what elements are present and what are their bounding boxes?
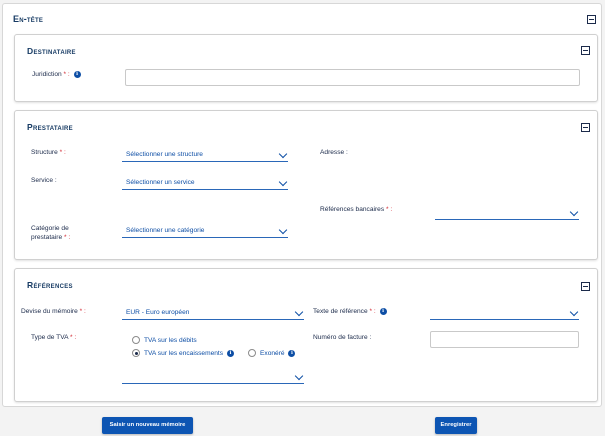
entete-title: En-tête (13, 14, 44, 24)
devise-select[interactable]: EUR - Euro européen (122, 306, 304, 320)
references-bancaires-label-text: Références bancaires (320, 206, 385, 213)
numero-facture-label: Numéro de facture : (313, 334, 372, 341)
texte-ref-label-text: Texte de référence (313, 308, 368, 315)
juridiction-input[interactable] (125, 69, 580, 86)
chevron-down-icon (294, 371, 304, 381)
devise-select-value: EUR - Euro européen (126, 309, 190, 316)
destinataire-panel: Destinataire Juridiction * : i (14, 34, 598, 102)
required-mark: * : (63, 71, 70, 78)
entete-panel: En-tête Destinataire Juridiction * : i P… (2, 3, 602, 407)
info-icon[interactable]: i (379, 307, 387, 315)
categorie-label-line1: Catégorie de (31, 225, 69, 232)
references-bancaires-select[interactable] (435, 206, 579, 220)
info-icon[interactable]: i (288, 349, 296, 357)
service-select[interactable]: Sélectionner un service (122, 176, 288, 190)
radio-icon (132, 336, 140, 345)
adresse-label: Adresse : (320, 149, 348, 156)
texte-ref-select[interactable] (430, 306, 579, 320)
tva-exonere-label: Exonéré (260, 350, 285, 357)
numero-facture-input[interactable] (430, 331, 579, 348)
references-panel: Références Devise du mémoire * : EUR - E… (14, 268, 598, 402)
chevron-down-icon (278, 177, 288, 187)
chevron-down-icon (278, 149, 288, 159)
required-mark: * : (386, 206, 393, 213)
categorie-label-line2: prestataire (31, 234, 63, 241)
save-button[interactable]: Enregistrer (435, 417, 477, 434)
texte-ref-label: Texte de référence * : i (313, 307, 387, 316)
structure-select[interactable]: Sélectionner une structure (122, 148, 288, 162)
info-icon[interactable]: i (73, 70, 81, 78)
radio-icon (132, 349, 140, 358)
destinataire-collapse-icon[interactable] (581, 46, 590, 55)
references-collapse-icon[interactable] (581, 282, 590, 291)
prestataire-panel: Prestataire Structure * : Sélectionner u… (14, 110, 598, 260)
tva-exonere-radio[interactable]: Exonéré i (248, 349, 296, 358)
references-bancaires-label: Références bancaires * : (320, 205, 392, 214)
required-mark: * : (64, 234, 71, 241)
info-icon[interactable]: i (226, 349, 234, 357)
type-tva-label: Type de TVA * : (31, 333, 76, 342)
devise-label-text: Devise du mémoire (21, 308, 78, 315)
service-label: Service : (31, 177, 57, 184)
required-mark: * : (79, 308, 86, 315)
chevron-down-icon (278, 225, 288, 235)
structure-select-value: Sélectionner une structure (126, 151, 203, 158)
tva-debits-radio[interactable]: TVA sur les débits (132, 336, 197, 345)
destinataire-title: Destinataire (27, 46, 76, 56)
prestataire-collapse-icon[interactable] (581, 123, 590, 132)
entete-collapse-icon[interactable] (587, 15, 596, 24)
references-title: Références (27, 280, 73, 290)
required-mark: * : (369, 308, 376, 315)
chevron-down-icon (294, 307, 304, 317)
categorie-select-value: Sélectionner une catégorie (126, 227, 205, 234)
chevron-down-icon (569, 207, 579, 217)
required-mark: * : (59, 149, 66, 156)
radio-icon (248, 349, 256, 358)
juridiction-label: Juridiction * : i (32, 70, 81, 79)
tva-encaissements-radio[interactable]: TVA sur les encaissements i (132, 349, 234, 358)
tva-debits-label: TVA sur les débits (144, 337, 197, 344)
categorie-label: Catégorie de prestataire * : (31, 224, 70, 242)
structure-label: Structure * : (31, 148, 66, 157)
new-memo-button[interactable]: Saisir un nouveau mémoire (102, 417, 193, 434)
juridiction-label-text: Juridiction (32, 71, 62, 78)
type-tva-label-text: Type de TVA (31, 334, 69, 341)
prestataire-title: Prestataire (27, 122, 73, 132)
devise-label: Devise du mémoire * : (21, 307, 86, 316)
service-select-value: Sélectionner un service (126, 179, 195, 186)
chevron-down-icon (569, 307, 579, 317)
categorie-select[interactable]: Sélectionner une catégorie (122, 224, 288, 238)
tva-rate-select[interactable] (122, 370, 304, 384)
structure-label-text: Structure (31, 149, 58, 156)
required-mark: * : (70, 334, 77, 341)
tva-encaissements-label: TVA sur les encaissements (144, 350, 224, 357)
